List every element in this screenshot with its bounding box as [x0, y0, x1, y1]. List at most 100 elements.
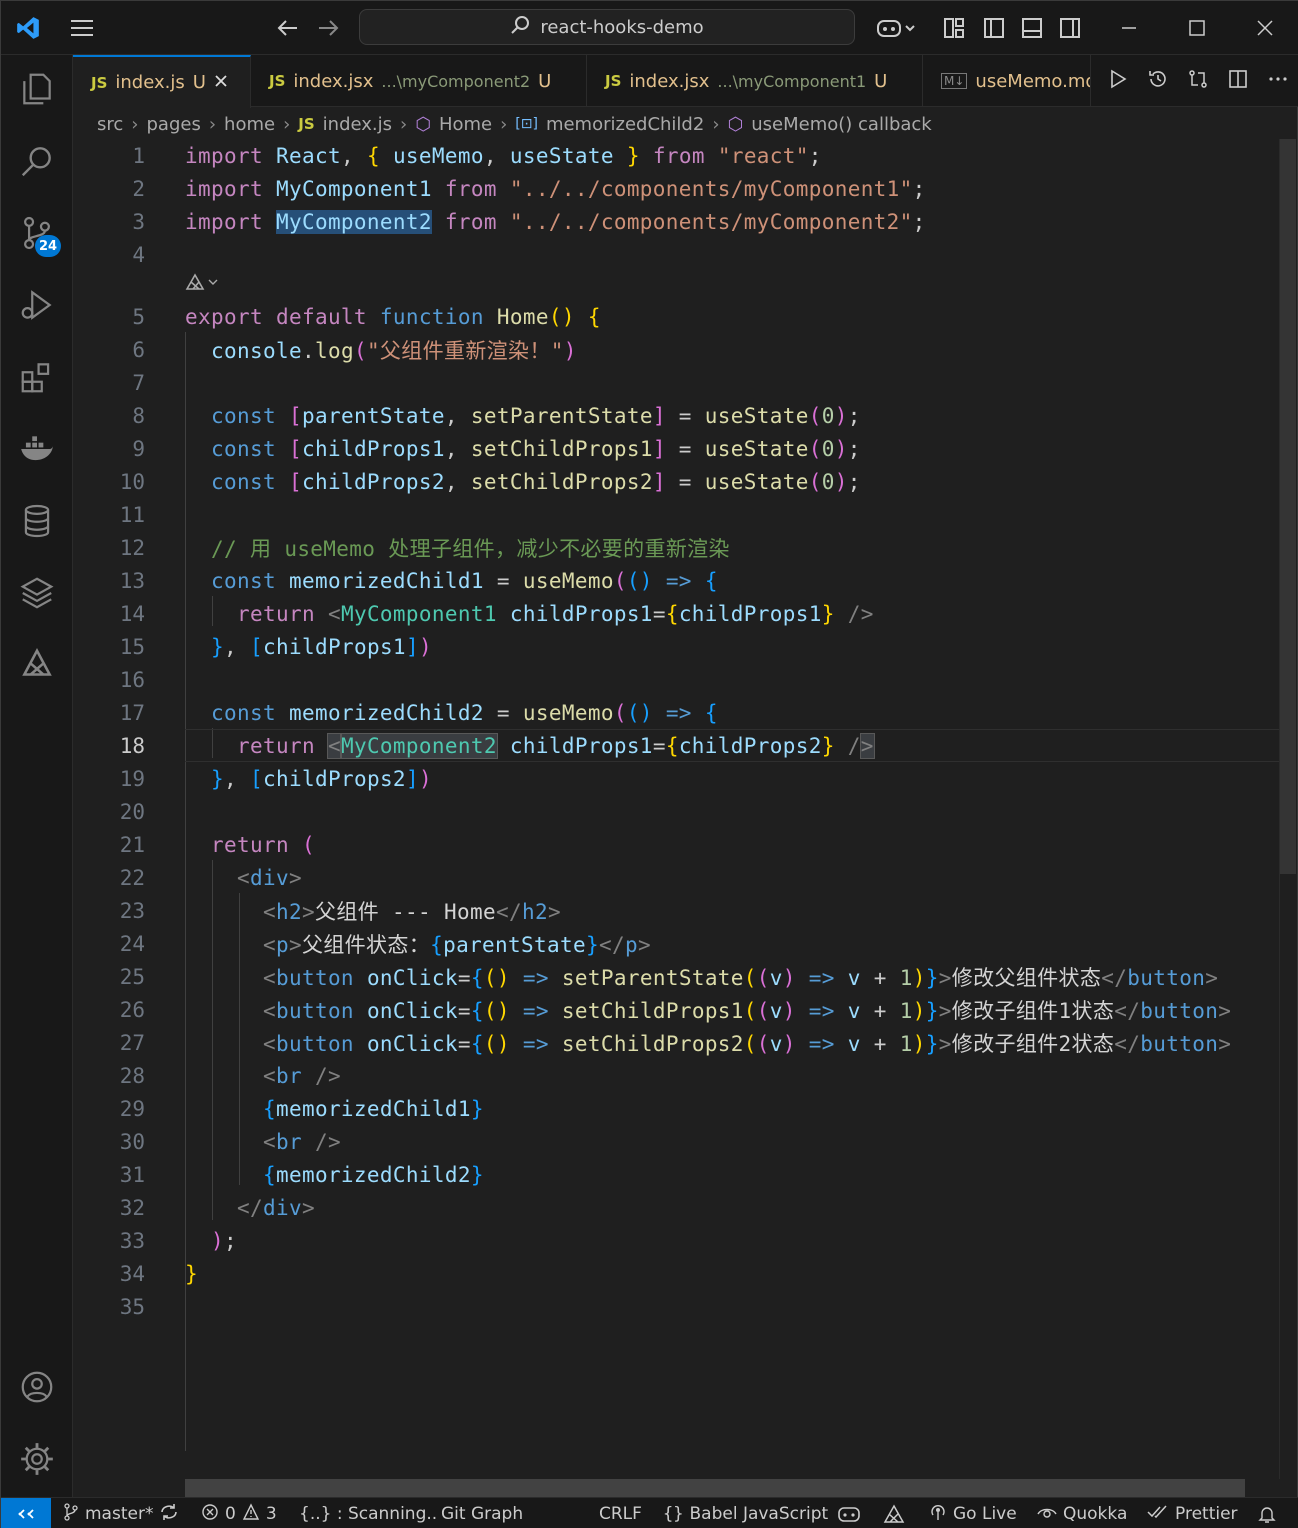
code-line: 15 }, [childProps1]) — [119, 634, 432, 659]
go-live-label: Go Live — [953, 1504, 1017, 1524]
maximize-icon[interactable] — [1179, 9, 1215, 47]
breadcrumb-item[interactable]: home — [224, 114, 275, 135]
run-debug-icon[interactable] — [1, 275, 73, 335]
close-window-icon[interactable] — [1247, 9, 1283, 47]
chevron-right-icon: › — [208, 113, 217, 135]
run-icon[interactable] — [1107, 68, 1129, 94]
editor-tabs: JS index.js U JS index.jsx ...\myCompone… — [73, 55, 1298, 108]
quokka-status-icon[interactable] — [883, 1498, 905, 1528]
breadcrumb-item[interactable]: pages — [146, 114, 200, 135]
explorer-icon[interactable] — [1, 59, 73, 119]
command-center-search[interactable]: react-hooks-demo — [359, 9, 855, 45]
search-view-icon[interactable] — [1, 131, 73, 191]
database-icon[interactable] — [1, 491, 73, 551]
tab-index-jsx-mycomponent2[interactable]: JS index.jsx ...\myComponent2 U — [251, 55, 587, 107]
code-line: 11 — [119, 502, 145, 527]
breadcrumb-item[interactable]: index.js — [323, 114, 392, 135]
quokka-button[interactable]: Quokka — [1037, 1498, 1127, 1528]
eye-icon — [1037, 1504, 1057, 1525]
code-line: 33 ); — [119, 1228, 237, 1253]
eol-status[interactable]: CRLF — [599, 1498, 642, 1528]
code-line: 12 // 用 useMemo 处理子组件，减少不必要的重新渲染 — [119, 535, 730, 561]
symbol-function-icon: ⬡ — [415, 113, 431, 135]
code-line: 23 <h2>父组件 --- Home</h2> — [119, 898, 561, 924]
tab-path: ...\myComponent1 — [717, 71, 867, 91]
breadcrumb-item[interactable]: src — [97, 114, 123, 135]
code-line: 29 {memorizedChild1} — [119, 1096, 484, 1121]
code-line: 22 <div> — [119, 865, 302, 890]
markdown-file-icon: M↓ — [941, 73, 968, 89]
prettier-button[interactable]: Prettier — [1147, 1498, 1238, 1528]
source-control-badge: 24 — [35, 235, 61, 257]
js-file-icon: JS — [91, 73, 108, 92]
forward-arrow-icon[interactable] — [313, 9, 343, 47]
toggle-secondary-sidebar-icon[interactable] — [1055, 9, 1085, 47]
source-control-icon[interactable] — [1, 203, 73, 263]
code-line: 4 — [132, 242, 145, 267]
branch-status[interactable]: master* — [63, 1498, 179, 1528]
language-mode-status[interactable]: {} Babel JavaScript — [663, 1498, 828, 1528]
codelens-line — [73, 269, 1279, 299]
quokka-view-icon[interactable] — [1, 635, 73, 695]
vscode-logo-icon — [11, 9, 45, 47]
minimize-icon[interactable] — [1111, 9, 1147, 47]
breadcrumb-item[interactable]: memorizedChild2 — [546, 114, 704, 135]
horizontal-scrollbar-thumb[interactable] — [185, 1479, 1245, 1497]
tab-filename: index.jsx — [293, 70, 374, 92]
branch-name: master* — [85, 1504, 154, 1524]
status-bar: master* 0 3 {..} : Scanning.. Git Graph … — [1, 1497, 1298, 1528]
back-arrow-icon[interactable] — [273, 9, 303, 47]
quokka-label: Quokka — [1063, 1504, 1128, 1524]
tab-index-jsx-mycomponent1[interactable]: JS index.jsx ...\myComponent1 U — [587, 55, 923, 107]
error-icon — [201, 1503, 219, 1526]
code-line: 13 const memorizedChild1 = useMemo(() =>… — [119, 568, 718, 593]
quokka-codelens-icon[interactable] — [185, 272, 219, 297]
compare-changes-icon[interactable] — [1187, 68, 1209, 94]
code-line: 14 return <MyComponent1 childProps1={chi… — [119, 601, 874, 626]
layout-customize-icon[interactable] — [939, 9, 969, 47]
scanning-status[interactable]: {..} : Scanning.. — [299, 1498, 437, 1528]
timeline-history-icon[interactable] — [1147, 68, 1169, 94]
menu-icon[interactable] — [63, 9, 101, 47]
code-line: 32 </div> — [119, 1195, 315, 1220]
toggle-primary-sidebar-icon[interactable] — [979, 9, 1009, 47]
layers-icon[interactable] — [1, 563, 73, 623]
settings-gear-icon[interactable] — [1, 1429, 73, 1489]
chevron-right-icon: › — [500, 113, 508, 135]
warning-icon — [242, 1502, 260, 1526]
sync-icon[interactable] — [159, 1503, 179, 1526]
code-line: 3 import MyComponent2 from "../../compone… — [132, 209, 926, 234]
copilot-status-icon[interactable] — [837, 1498, 861, 1528]
double-check-icon — [1147, 1504, 1169, 1525]
language-name: Babel JavaScript — [689, 1504, 829, 1524]
tab-filename: index.js — [115, 72, 185, 93]
tab-status: U — [874, 70, 888, 92]
code-editor[interactable]: 1 import React, { useMemo, useState } fro… — [73, 139, 1279, 1479]
copilot-icon[interactable] — [871, 9, 921, 47]
notifications-bell-icon[interactable] — [1257, 1498, 1277, 1528]
git-graph-status[interactable]: Git Graph — [441, 1498, 523, 1528]
code-line: 18 return <MyComponent2 childProps1={chi… — [119, 732, 875, 759]
git-branch-icon — [63, 1502, 79, 1526]
remote-indicator-icon[interactable] — [1, 1498, 51, 1528]
chevron-right-icon: › — [131, 113, 139, 135]
toggle-panel-icon[interactable] — [1017, 9, 1047, 47]
problems-status[interactable]: 0 3 — [201, 1498, 277, 1528]
vertical-scrollbar-thumb[interactable] — [1280, 139, 1296, 874]
tab-usememo-md[interactable]: M↓ useMemo.md — [923, 55, 1091, 107]
accounts-icon[interactable] — [1, 1357, 73, 1417]
breadcrumb-item[interactable]: Home — [439, 114, 492, 135]
tab-filename: useMemo.md — [975, 70, 1091, 92]
go-live-button[interactable]: Go Live — [929, 1498, 1017, 1528]
tab-index-js[interactable]: JS index.js U — [73, 55, 251, 108]
split-editor-icon[interactable] — [1227, 68, 1249, 94]
more-actions-icon[interactable] — [1267, 68, 1289, 94]
search-icon — [510, 15, 530, 40]
docker-icon[interactable] — [1, 419, 73, 479]
code-line: 19 }, [childProps2]) — [119, 766, 432, 791]
extensions-icon[interactable] — [1, 347, 73, 407]
code-line: 6 console.log("父组件重新渲染！") — [132, 337, 577, 363]
broadcast-icon — [929, 1503, 947, 1526]
breadcrumb-item[interactable]: useMemo() callback — [751, 114, 931, 135]
close-tab-icon[interactable] — [214, 72, 228, 93]
